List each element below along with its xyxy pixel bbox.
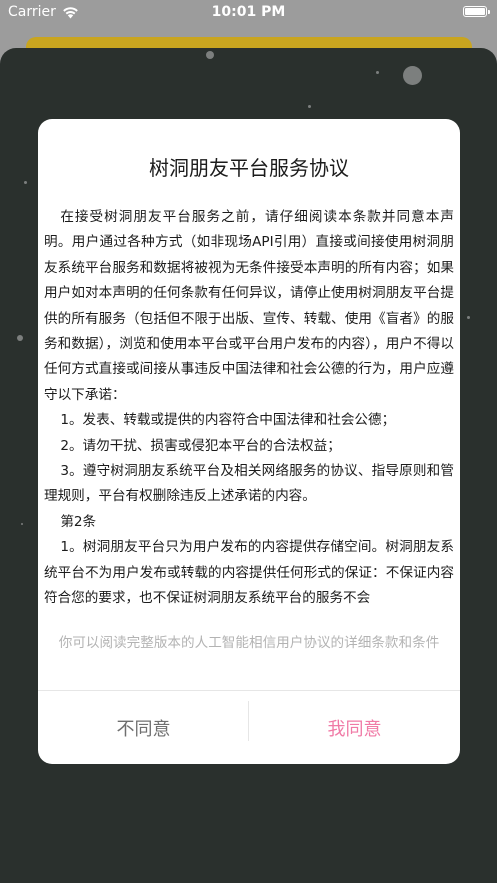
star-decoration [467, 316, 470, 319]
agreement-paragraph: 2。请勿干扰、损害或侵犯本平台的合法权益； [60, 437, 341, 454]
full-agreement-link[interactable]: 你可以阅读完整版本的人工智能相信用户协议的详细条款和条件 [38, 631, 460, 651]
battery-icon [463, 6, 490, 17]
agreement-paragraph: 在接受树洞朋友平台服务之前，请仔细阅读本条款并同意本声明。用户通过各种方式（如非… [44, 209, 454, 403]
star-decoration [403, 66, 422, 85]
disagree-button[interactable]: 不同意 [38, 691, 249, 764]
star-decoration [24, 181, 27, 184]
dialog-title: 树洞朋友平台服务协议 [149, 156, 349, 180]
agreement-paragraph: 3。遵守树洞朋友系统平台及相关网络服务的协议、指导原则和管理规则，平台有权删除违… [44, 463, 454, 505]
star-decoration [17, 335, 23, 341]
agreement-paragraph: 第2条 [60, 513, 97, 530]
agreement-dialog: 树洞朋友平台服务协议 在接受树洞朋友平台服务之前，请仔细阅读本条款并同意本声明。… [38, 119, 460, 764]
agreement-paragraph: 1。发表、转载或提供的内容符合中国法律和社会公德； [60, 412, 396, 429]
status-bar: Carrier 10:01 PM [0, 0, 497, 26]
agreement-paragraph: 1。树洞朋友平台只为用户发布的内容提供存储空间。树洞朋友系统平台不为用户发布或转… [44, 539, 454, 607]
star-decoration [308, 105, 311, 108]
star-decoration [206, 51, 214, 59]
star-decoration [376, 71, 379, 74]
clock: 10:01 PM [211, 4, 286, 20]
star-decoration [21, 523, 23, 525]
agree-button[interactable]: 我同意 [249, 691, 460, 764]
